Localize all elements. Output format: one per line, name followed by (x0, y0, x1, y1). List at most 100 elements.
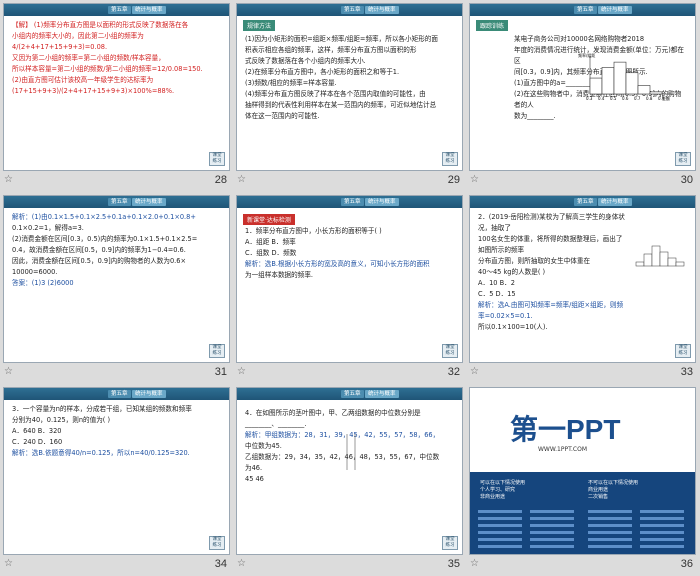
brand-link-line (640, 524, 684, 527)
slide-header-bar: 第五章 统计与概率 (4, 388, 229, 400)
header-tab-chapter[interactable]: 第五章 (108, 6, 131, 14)
header-tab-chapter[interactable]: 第五章 (341, 198, 364, 206)
header-tab-topic[interactable]: 统计与概率 (598, 6, 632, 14)
nav-return-button[interactable]: 课堂 练习 (209, 536, 225, 550)
text-line: (3)频数/相应的频率=样本容量. (245, 79, 337, 87)
slide-thumbnail-28[interactable]: 第五章 统计与概率【解】 (1)频率分布直方图是以面积的形式反映了数据落在各 小组内… (0, 0, 233, 192)
nav-return-button[interactable]: 课堂 练习 (209, 344, 225, 358)
histogram-bar (649, 91, 663, 95)
slide-canvas: 第五章 统计与概率 2．(2019·岳阳检测)某校为了解高三学生的身体状况，抽取了 1… (469, 195, 696, 363)
header-tab-chapter[interactable]: 第五章 (574, 198, 597, 206)
nav-return-button[interactable]: 课堂 练习 (675, 152, 691, 166)
star-icon[interactable]: ☆ (237, 558, 246, 569)
nav-return-button[interactable]: 课堂 练习 (442, 536, 458, 550)
header-tab-chapter[interactable]: 第五章 (574, 6, 597, 14)
header-tab-chapter[interactable]: 第五章 (341, 390, 364, 398)
slide-canvas: 第五章 统计与概率 规律方法 (1)因为小矩形的面积=组距×频率/组距=频率，所以各小… (236, 3, 463, 171)
brand-link-line (640, 531, 684, 534)
header-tab-topic[interactable]: 统计与概率 (365, 390, 399, 398)
header-tab-chapter[interactable]: 第五章 (108, 390, 131, 398)
nav-return-button[interactable]: 课堂 练习 (209, 152, 225, 166)
star-icon[interactable]: ☆ (470, 366, 479, 377)
brand-link-line (588, 545, 632, 548)
page-number: 36 (680, 558, 693, 570)
text-line: 40～45 kg的人数是( ) (478, 268, 546, 276)
brand-link-line (588, 517, 632, 520)
histogram-bar (589, 77, 603, 95)
brand-link-line (478, 531, 522, 534)
histogram-bar (667, 257, 677, 267)
brand-link-line (478, 545, 522, 548)
brand-left-item: 个人学习、研究 (480, 487, 516, 493)
brand-left-column: 可以在以下情况使用 个人学习、研究 非商业用途 (480, 480, 525, 501)
star-icon[interactable]: ☆ (4, 174, 13, 185)
slide-header-bar: 第五章 统计与概率 (4, 4, 229, 16)
thumbnail-footer: ☆ 32 (233, 364, 466, 382)
slide-thumbnail-30[interactable]: 第五章 统计与概率 跟踪训练 某电子商务公司对10000名网络购物者2018 年度的消费… (466, 0, 699, 192)
section-tag: 跟踪训练 (476, 20, 509, 31)
nav-return-button[interactable]: 课堂 练习 (675, 344, 691, 358)
nav-return-button[interactable]: 课堂 练习 (442, 344, 458, 358)
histogram-chart: 0.3 0.4 0.5 0.6 0.7 0.8 0.9频率/组距金额 (578, 52, 672, 101)
slide-text: 【解】 (1)频率分布直方图是以面积的形式反映了数据落在各 小组内的频率大小的，因… (12, 20, 221, 97)
brand-link-line (530, 524, 574, 527)
star-icon[interactable]: ☆ (470, 558, 479, 569)
header-tab-topic[interactable]: 统计与概率 (365, 6, 399, 14)
text-line: 0.1×0.2=1，解得a=3. (12, 224, 84, 232)
text-line: A．640 B．320 (12, 427, 62, 435)
header-tab-chapter[interactable]: 第五章 (108, 198, 131, 206)
histogram-bar (651, 245, 661, 267)
brand-link-line (478, 517, 522, 520)
text-line: 抽样得到的代表性利用样本在某一范围内的频率，可近似地估计总 (245, 101, 437, 109)
star-icon[interactable]: ☆ (4, 558, 13, 569)
slide-thumbnail-35[interactable]: 第五章 统计与概率 4．在如图所示的茎叶图中，甲、乙两组数据的中位数分别是 _____… (233, 384, 466, 576)
brand-link-line (530, 510, 574, 513)
text-line: (4)频率分布直方图反映了样本在各个范围内取值的可能性，由 (245, 90, 426, 98)
header-tab-chapter[interactable]: 第五章 (341, 6, 364, 14)
star-icon[interactable]: ☆ (237, 366, 246, 377)
header-tab-topic[interactable]: 统计与概率 (132, 6, 166, 14)
text-line: 体在这一范围内的可能性. (245, 112, 320, 120)
slide-thumbnail-33[interactable]: 第五章 统计与概率 2．(2019·岳阳检测)某校为了解高三学生的身体状况，抽取了 1… (466, 192, 699, 384)
star-icon[interactable]: ☆ (4, 366, 13, 377)
histogram-bar (659, 251, 669, 267)
header-tab-topic[interactable]: 统计与概率 (598, 198, 632, 206)
slide-thumbnail-34[interactable]: 第五章 统计与概率 3．一个容量为n的样本，分成若干组，已知某组的频数和频率 分别为4… (0, 384, 233, 576)
slide-thumbnail-32[interactable]: 第五章 统计与概率 新课堂·达标检测 1．频率分布直方图中，小长方形的面积等于( ) A… (233, 192, 466, 384)
text-line: (2)由直方图可估计该校高一年级学生的达标率为 (12, 76, 154, 84)
thumbnail-footer: ☆ 33 (466, 364, 699, 382)
nav-return-button[interactable]: 课堂 练习 (442, 152, 458, 166)
histogram-bar (637, 85, 651, 95)
page-number: 31 (214, 366, 227, 378)
star-icon[interactable]: ☆ (470, 174, 479, 185)
brand-title: 第一PPT (510, 414, 621, 445)
slide-thumbnail-29[interactable]: 第五章 统计与概率 规律方法 (1)因为小矩形的面积=组距×频率/组距=频率，所以各小… (233, 0, 466, 192)
brand-slide: 第一PPT WWW.1PPT.COM 可以在以下情况使用 个人学习、研究 非商业用途 不可… (470, 388, 695, 554)
slide-text: (1)因为小矩形的面积=组距×频率/组距=频率，所以各小矩形的面 积表示相应各组的… (245, 34, 454, 122)
page-number: 33 (680, 366, 693, 378)
slide-text: 2．(2019·岳阳检测)某校为了解高三学生的身体状况，抽取了 100名女生的体重… (478, 212, 625, 333)
brand-link-line (588, 538, 632, 541)
header-tab-topic[interactable]: 统计与概率 (132, 198, 166, 206)
text-line: C．5 D．15 (478, 290, 516, 298)
slide-text: 解析：(1)由0.1×1.5+0.1×2.5+0.1a+0.1×2.0+0.1×… (12, 212, 221, 289)
thumbnail-footer: ☆ 35 (233, 556, 466, 574)
histogram-bar (613, 61, 627, 95)
histogram-bar (635, 261, 645, 267)
star-icon[interactable]: ☆ (237, 174, 246, 185)
text-line: 4/(2+4+17+15+9+3)=0.08. (12, 43, 108, 51)
brand-right-item: 不可以在以下情况使用 (588, 480, 639, 486)
header-tab-topic[interactable]: 统计与概率 (132, 390, 166, 398)
slide-header-bar: 第五章 统计与概率 (237, 196, 462, 208)
text-line: 10000=6000. (12, 268, 58, 276)
brand-link-line (530, 545, 574, 548)
brand-link-line (588, 524, 632, 527)
header-tab-topic[interactable]: 统计与概率 (365, 198, 399, 206)
slide-thumbnail-31[interactable]: 第五章 统计与概率解析：(1)由0.1×1.5+0.1×2.5+0.1a+0.1×… (0, 192, 233, 384)
x-axis-label: 金额 (662, 95, 670, 101)
text-line: 解析：(1)由0.1×1.5+0.1×2.5+0.1a+0.1×2.0+0.1×… (12, 213, 196, 221)
text-line: 解析：选B.依题意得40/n=0.125，所以n=40/0.125=320. (12, 449, 190, 457)
brand-link-line (640, 517, 684, 520)
x-tick-label: 0.5 (610, 96, 617, 101)
slide-thumbnail-36[interactable]: 第一PPT WWW.1PPT.COM 可以在以下情况使用 个人学习、研究 非商业用途 不可… (466, 384, 699, 576)
